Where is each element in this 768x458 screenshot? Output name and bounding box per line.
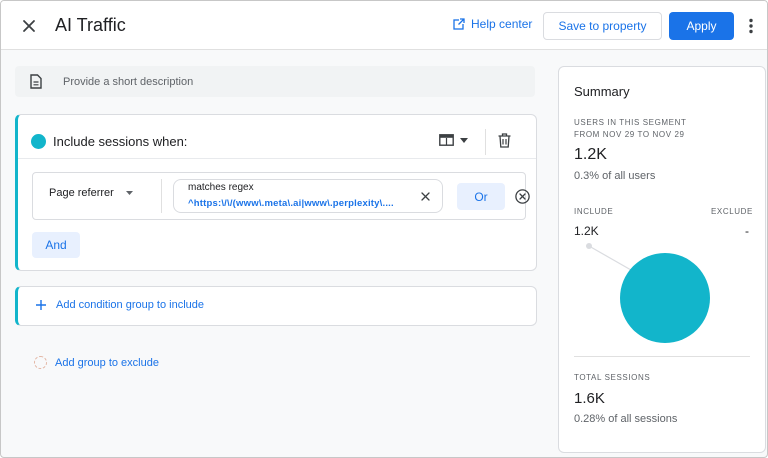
- page-title: AI Traffic: [55, 15, 126, 35]
- plus-icon: [36, 300, 46, 310]
- users-label-line1: USERS IN THIS SEGMENT: [574, 118, 687, 127]
- exclude-dashed-circle-icon: [34, 356, 47, 369]
- help-center-label: Help center: [471, 17, 533, 31]
- clear-condition-button[interactable]: [419, 189, 431, 203]
- pie-slice-include: [620, 253, 710, 343]
- apply-button[interactable]: Apply: [669, 12, 734, 40]
- add-exclude-label: Add group to exclude: [55, 356, 159, 369]
- help-center-link[interactable]: Help center: [453, 17, 532, 31]
- dimension-label: Page referrer: [49, 187, 114, 199]
- sessions-label: TOTAL SESSIONS: [574, 373, 651, 382]
- add-include-content: Add condition group to include: [36, 299, 204, 311]
- condition-row: Page referrer matches regex ^https:\/\/(…: [32, 172, 530, 220]
- description-placeholder: Provide a short description: [63, 75, 194, 88]
- view-layout-icon: [439, 134, 454, 146]
- include-label: INCLUDE: [574, 207, 614, 216]
- trash-icon: [498, 133, 511, 148]
- header-divider: [485, 129, 486, 155]
- summary-divider: [574, 356, 750, 357]
- users-label-line2: FROM NOV 29 TO NOV 29: [574, 130, 685, 139]
- close-icon: [420, 191, 430, 201]
- sessions-value: 1.6K: [574, 390, 605, 407]
- include-condition-group: Include sessions when: Page referrer mat…: [15, 114, 537, 271]
- delete-group-button[interactable]: [498, 133, 511, 153]
- include-group-header: Include sessions when:: [18, 115, 536, 159]
- header: AI Traffic Help center Save to property …: [1, 1, 767, 50]
- include-group-title: Include sessions when:: [53, 134, 188, 149]
- dimension-select[interactable]: Page referrer: [49, 187, 133, 199]
- users-value: 1.2K: [574, 146, 607, 163]
- summary-panel: Summary USERS IN THIS SEGMENT FROM NOV 2…: [558, 66, 766, 453]
- scope-selector-button[interactable]: [439, 134, 468, 146]
- summary-title: Summary: [574, 84, 630, 99]
- sessions-percentage: 0.28% of all sessions: [574, 413, 678, 425]
- add-include-label: Add condition group to include: [56, 299, 204, 311]
- exclude-value: -: [745, 224, 749, 238]
- match-type-label: matches regex: [188, 182, 254, 193]
- description-field[interactable]: Provide a short description: [15, 66, 535, 97]
- or-button[interactable]: Or: [457, 183, 505, 210]
- exclude-label: EXCLUDE: [711, 207, 753, 216]
- condition-divider: [161, 179, 162, 213]
- cancel-circle-icon: [515, 189, 530, 204]
- dropdown-arrow-icon: [460, 137, 468, 143]
- and-button[interactable]: And: [32, 232, 80, 258]
- pie-leader-line: [588, 245, 632, 271]
- users-segment-label: USERS IN THIS SEGMENT FROM NOV 29 TO NOV…: [574, 117, 686, 141]
- save-to-property-button[interactable]: Save to property: [543, 12, 662, 40]
- include-value: 1.2K: [574, 224, 599, 238]
- include-indicator-dot: [31, 134, 46, 149]
- close-button[interactable]: [17, 14, 41, 38]
- remove-condition-button[interactable]: [515, 189, 530, 209]
- pie-leader-dot: [586, 243, 592, 249]
- add-exclude-group-button[interactable]: Add group to exclude: [34, 356, 159, 369]
- more-vert-icon: [749, 18, 753, 34]
- users-percentage: 0.3% of all users: [574, 170, 656, 182]
- segment-editor: AI Traffic Help center Save to property …: [0, 0, 768, 458]
- close-icon: [23, 20, 35, 32]
- dropdown-arrow-icon: [125, 191, 133, 195]
- regex-value: ^https:\/\/(www\.meta\.ai|www\.perplexit…: [188, 198, 394, 209]
- condition-value-chip[interactable]: matches regex ^https:\/\/(www\.meta\.ai|…: [173, 179, 443, 213]
- open-in-new-icon: [453, 18, 465, 30]
- more-menu-button[interactable]: [743, 14, 759, 38]
- document-icon: [29, 74, 43, 90]
- add-include-group-button[interactable]: Add condition group to include: [15, 286, 537, 326]
